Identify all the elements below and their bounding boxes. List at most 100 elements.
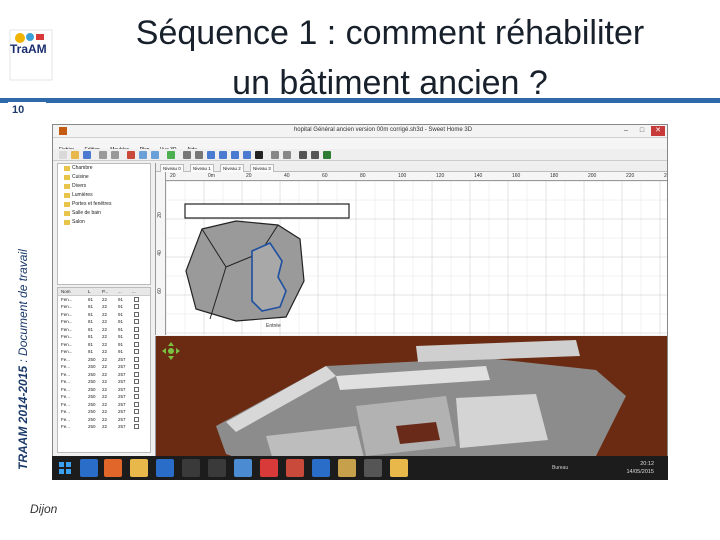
zoom-in-icon[interactable] [271,151,279,159]
paste-icon[interactable] [151,151,159,159]
visible-checkbox[interactable] [134,296,139,302]
app-icon-6[interactable] [312,459,330,477]
furniture-row[interactable]: Fe... 250 22 257 [58,408,150,416]
catalog-item-salle-de-bain[interactable]: Salle de bain [58,209,150,218]
pan-icon[interactable] [195,151,203,159]
visible-checkbox[interactable] [134,349,139,354]
open-icon[interactable] [71,151,79,159]
visible-checkbox[interactable] [134,401,139,407]
add-furniture-icon[interactable] [167,151,175,159]
tab-niveau-2[interactable]: Niveau 2 [220,164,244,172]
create-polylines-icon[interactable] [231,151,239,159]
tab-niveau-1[interactable]: Niveau 1 [190,164,214,172]
furniture-row[interactable]: Fen... 81 22 91 [58,296,150,304]
visible-checkbox[interactable] [134,341,139,347]
app-icon-8[interactable] [364,459,382,477]
undo-icon[interactable] [99,151,107,159]
furniture-row[interactable]: Fen... 81 22 91 [58,303,150,311]
furniture-row[interactable]: Fe... 250 22 257 [58,356,150,364]
windows-start-icon[interactable] [56,459,74,477]
visible-checkbox[interactable] [134,311,139,317]
app-icon-blue[interactable] [156,459,174,477]
create-dimensions-icon[interactable] [243,151,251,159]
visible-checkbox[interactable] [134,424,139,429]
help-icon[interactable] [323,151,331,159]
app-icon-circle-2[interactable] [208,459,226,477]
visible-checkbox[interactable] [134,394,139,399]
visible-checkbox[interactable] [134,409,139,414]
app-icon-circle[interactable] [182,459,200,477]
visible-checkbox[interactable] [134,304,139,309]
furniture-row[interactable]: Fen... 81 22 91 [58,326,150,334]
furniture-row[interactable]: Fe... 250 22 257 [58,393,150,401]
navigation-arrows-icon[interactable] [162,342,180,360]
visible-checkbox[interactable] [134,386,139,392]
close-button[interactable]: ✕ [651,126,665,136]
furniture-row[interactable]: Fe... 250 22 257 [58,401,150,409]
visible-checkbox[interactable] [134,326,139,332]
maximize-button[interactable]: □ [635,126,649,136]
col-visible[interactable]: ... [132,288,136,296]
internet-explorer-icon[interactable] [80,459,98,477]
select-icon[interactable] [183,151,191,159]
cut-icon[interactable] [127,151,135,159]
furniture-row[interactable]: Fen... 81 22 91 [58,318,150,326]
furniture-row[interactable]: Fen... 81 22 91 [58,333,150,341]
col-width[interactable]: L [88,288,91,296]
tab-niveau-0[interactable]: Niveau 0 [160,164,184,172]
taskbar-bureau-label[interactable]: Bureau [552,465,568,471]
plan-view[interactable]: Niveau 0 Niveau 1 Niveau 2 Niveau 3 20 0m… [155,163,667,335]
menu-bar: Fichier Edition Meubles Plan Vue 3D Aide [53,138,667,153]
app-icon-3[interactable] [234,459,252,477]
visible-checkbox[interactable] [134,319,139,324]
create-video-icon[interactable] [311,151,319,159]
furniture-row[interactable]: Fe... 250 22 257 [58,378,150,386]
toolbar [53,149,667,161]
minimize-button[interactable]: – [619,126,633,136]
tab-niveau-3[interactable]: Niveau 3 [250,164,274,172]
furniture-row[interactable]: Fen... 81 22 91 [58,311,150,319]
furniture-row[interactable]: Fen... 81 22 91 [58,341,150,349]
furniture-cell: 81 [88,326,94,332]
new-icon[interactable] [59,151,67,159]
furniture-cell: 250 [88,356,96,362]
zoom-out-icon[interactable] [283,151,291,159]
app-icon-4[interactable] [260,459,278,477]
firefox-icon[interactable] [104,459,122,477]
create-photo-icon[interactable] [299,151,307,159]
catalog-item-cuisine[interactable]: Cuisine [58,173,150,182]
col-name[interactable]: Nom [61,288,71,296]
visible-checkbox[interactable] [134,334,139,339]
create-walls-icon[interactable] [207,151,215,159]
app-icon-7[interactable] [338,459,356,477]
redo-icon[interactable] [111,151,119,159]
app-icon-5[interactable] [286,459,304,477]
visible-checkbox[interactable] [134,379,139,384]
furniture-row[interactable]: Fe... 250 22 257 [58,363,150,371]
catalog-item-lumieres[interactable]: Lumières [58,191,150,200]
furniture-row[interactable]: Fe... 250 22 257 [58,423,150,431]
add-text-icon[interactable] [255,151,263,159]
copy-icon[interactable] [139,151,147,159]
furniture-cell: 22 [102,394,108,399]
visible-checkbox[interactable] [134,371,139,377]
catalog-item-salon[interactable]: Salon [58,218,150,227]
furniture-row[interactable]: Fe... 250 22 257 [58,371,150,379]
save-icon[interactable] [83,151,91,159]
furniture-row[interactable]: Fe... 250 22 257 [58,386,150,394]
visible-checkbox[interactable] [134,416,139,422]
create-rooms-icon[interactable] [219,151,227,159]
furniture-row[interactable]: Fen... 81 22 91 [58,348,150,356]
app-icon-9[interactable] [390,459,408,477]
catalog-item-portes-fenetres[interactable]: Portes et fenêtres [58,200,150,209]
furniture-row[interactable]: Fe... 250 22 257 [58,416,150,424]
furniture-cell: 250 [88,401,96,407]
col-depth[interactable]: P... [102,288,108,296]
catalog-item-divers[interactable]: Divers [58,182,150,191]
ruler-horizontal: 20 0m 20 40 60 80 100 120 140 160 180 200 220 24 [166,172,667,181]
file-explorer-icon[interactable] [130,459,148,477]
visible-checkbox[interactable] [134,356,139,362]
visible-checkbox[interactable] [134,364,139,369]
catalog-item-chambre[interactable]: Chambre [58,164,150,173]
col-height[interactable]: ... [118,288,122,296]
